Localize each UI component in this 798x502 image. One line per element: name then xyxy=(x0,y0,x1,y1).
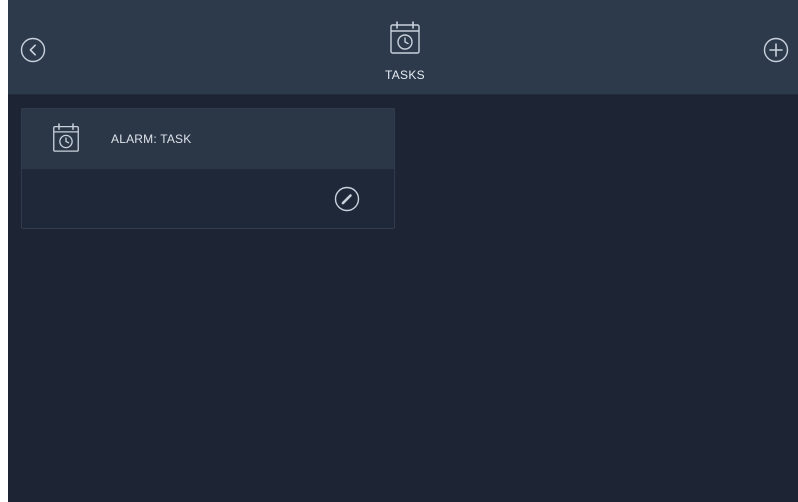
header-bar: TASKS xyxy=(8,0,798,95)
back-button[interactable] xyxy=(20,37,46,63)
page-title: TASKS xyxy=(385,68,425,82)
chevron-left-icon xyxy=(20,37,46,63)
edit-task-button[interactable] xyxy=(334,186,360,212)
calendar-clock-icon xyxy=(52,122,80,154)
task-card-header: ALARM: TASK xyxy=(22,109,394,169)
calendar-clock-icon xyxy=(389,20,421,56)
plus-icon xyxy=(763,37,789,63)
task-title: ALARM: TASK xyxy=(111,132,192,146)
tasks-screen: TASKS ALARM: TASK xyxy=(8,0,798,502)
add-task-button[interactable] xyxy=(763,37,789,63)
task-card[interactable]: ALARM: TASK xyxy=(21,108,395,229)
pencil-icon xyxy=(334,186,360,212)
